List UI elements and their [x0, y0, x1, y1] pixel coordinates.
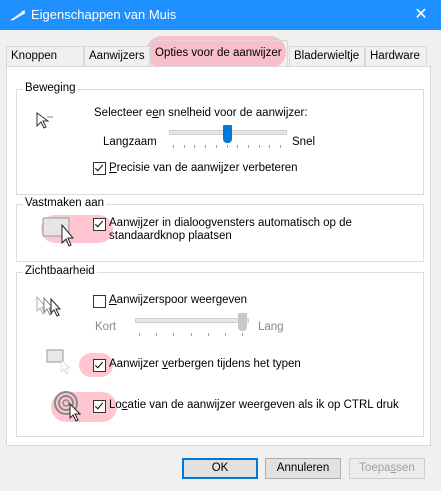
cursor-speed-icon: [36, 112, 53, 129]
ok-button[interactable]: OK: [182, 458, 258, 479]
group-label-zichtbaarheid: Zichtbaarheid: [23, 265, 97, 277]
snap-to-default-label[interactable]: Aanwijzer in dialoogvensters automatisch…: [109, 217, 352, 243]
slider-tick: [173, 145, 174, 148]
mouse-properties-window: Eigenschappen van Muis ✕ Knoppen Aanwijz…: [0, 0, 441, 491]
close-icon: ✕: [414, 6, 428, 23]
tab-hardware[interactable]: Hardware: [365, 46, 427, 66]
mouse-pointer-icon: [10, 10, 26, 21]
snap-to-button-icon: [42, 217, 75, 247]
pointer-trails-label[interactable]: Aanwijzerspoor weergeven: [109, 294, 247, 306]
slider-tick: [248, 145, 249, 148]
slider-tick: [139, 333, 140, 336]
tab-panel: Beweging Selecteer een snelheid voor de …: [6, 66, 431, 446]
tab-strip: Knoppen Aanwijzers Opties voor de aanwij…: [6, 36, 431, 68]
slider-tick: [237, 145, 238, 148]
slider-tick: [208, 333, 209, 336]
slider-tick: [227, 145, 228, 148]
slider-tick: [194, 145, 195, 148]
precision-checkbox[interactable]: [93, 162, 106, 175]
slider-tick: [259, 145, 260, 148]
close-button[interactable]: ✕: [401, 0, 441, 30]
show-location-ctrl-checkbox[interactable]: [93, 400, 106, 413]
snap-to-default-checkbox[interactable]: [93, 218, 106, 231]
tab-aanwijzers[interactable]: Aanwijzers: [84, 46, 150, 66]
slider-tick: [205, 145, 206, 148]
trail-short-label: Kort: [95, 321, 117, 333]
slider-tick: [216, 145, 217, 148]
pointer-trails-checkbox[interactable]: [93, 295, 106, 308]
group-label-beweging: Beweging: [23, 82, 78, 94]
speed-slider[interactable]: [169, 125, 289, 151]
trail-slider-track: [135, 318, 249, 323]
tab-knoppen[interactable]: Knoppen: [6, 46, 84, 66]
cancel-button[interactable]: Annuleren: [265, 458, 341, 479]
locate-pointer-icon: [54, 391, 82, 422]
slider-tick: [269, 145, 270, 148]
slider-tick: [173, 333, 174, 336]
slider-tick: [184, 145, 185, 148]
slider-tick: [191, 333, 192, 336]
speed-fast-label: Snel: [292, 136, 316, 148]
apply-button[interactable]: Toepassen: [349, 458, 425, 479]
speed-slow-label: Langzaam: [103, 136, 157, 148]
speed-slider-thumb[interactable]: [223, 125, 232, 143]
hide-while-typing-icon: [46, 349, 72, 375]
precision-label[interactable]: Precisie van de aanwijzer verbeteren: [109, 162, 298, 174]
slider-tick: [156, 333, 157, 336]
pointer-trails-icon: [36, 295, 62, 317]
slider-tick: [242, 333, 243, 336]
slider-tick: [225, 333, 226, 336]
slider-tick: [280, 145, 281, 148]
tab-bladerwieltje[interactable]: Bladerwieltje: [289, 46, 365, 66]
trail-length-slider[interactable]: [135, 313, 253, 339]
trail-long-label: Lang: [258, 321, 284, 333]
window-title: Eigenschappen van Muis: [31, 7, 177, 22]
speed-label: Selecteer een snelheid voor de aanwijzer…: [94, 107, 308, 119]
title-bar[interactable]: Eigenschappen van Muis ✕: [0, 0, 441, 30]
hide-while-typing-label[interactable]: Aanwijzer verbergen tijdens het typen: [109, 358, 301, 370]
tab-opties-voor-de-aanwijzer[interactable]: Opties voor de aanwijzer: [150, 40, 288, 67]
hide-while-typing-checkbox[interactable]: [93, 359, 106, 372]
group-label-vastmaken: Vastmaken aan: [23, 197, 107, 209]
show-location-ctrl-label[interactable]: Locatie van de aanwijzer weergeven als i…: [109, 399, 399, 411]
trail-slider-thumb[interactable]: [238, 313, 247, 331]
